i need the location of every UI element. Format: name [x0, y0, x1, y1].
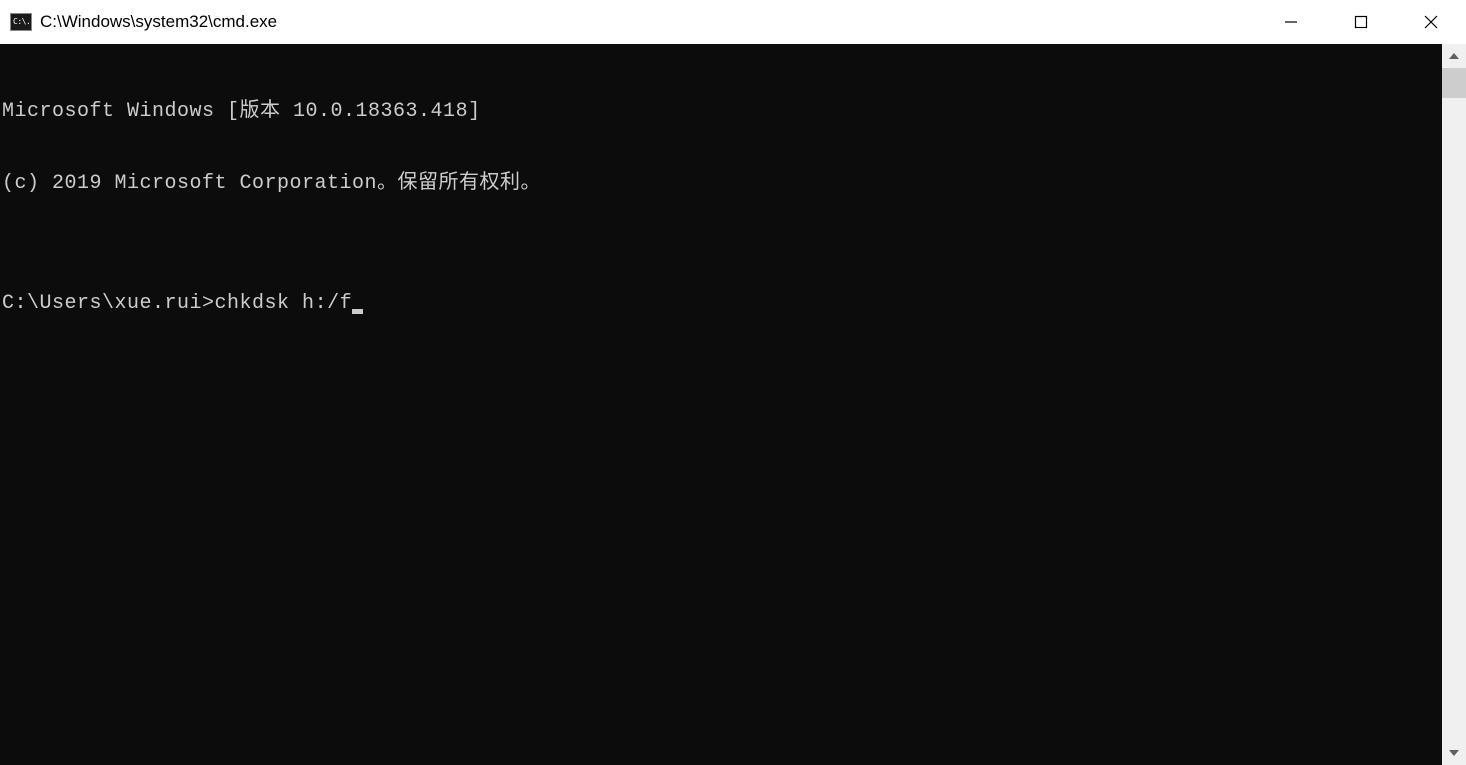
close-button[interactable]	[1396, 0, 1466, 44]
window-controls	[1256, 0, 1466, 44]
terminal-output[interactable]: Microsoft Windows [版本 10.0.18363.418] (c…	[0, 44, 1442, 765]
chevron-down-icon	[1449, 750, 1459, 756]
window-title: C:\Windows\system32\cmd.exe	[40, 12, 1256, 32]
output-line: (c) 2019 Microsoft Corporation。保留所有权利。	[2, 172, 1442, 196]
window-titlebar: C:\. C:\Windows\system32\cmd.exe	[0, 0, 1466, 44]
close-icon	[1423, 14, 1439, 30]
cmd-icon-text: C:\.	[13, 18, 30, 26]
minimize-icon	[1283, 14, 1299, 30]
minimize-button[interactable]	[1256, 0, 1326, 44]
prompt-line: C:\Users\xue.rui>chkdsk h:/f	[2, 292, 1442, 316]
console-area: Microsoft Windows [版本 10.0.18363.418] (c…	[0, 44, 1466, 765]
maximize-button[interactable]	[1326, 0, 1396, 44]
maximize-icon	[1353, 14, 1369, 30]
chevron-up-icon	[1449, 53, 1459, 59]
scroll-up-arrow[interactable]	[1442, 44, 1466, 68]
command-text: chkdsk h:/f	[215, 292, 353, 316]
cmd-icon: C:\.	[10, 13, 32, 31]
scroll-track[interactable]	[1442, 68, 1466, 741]
scroll-down-arrow[interactable]	[1442, 741, 1466, 765]
output-line: Microsoft Windows [版本 10.0.18363.418]	[2, 100, 1442, 124]
prompt-text: C:\Users\xue.rui>	[2, 292, 215, 316]
vertical-scrollbar[interactable]	[1442, 44, 1466, 765]
scroll-thumb[interactable]	[1442, 68, 1466, 98]
text-cursor	[352, 309, 363, 314]
